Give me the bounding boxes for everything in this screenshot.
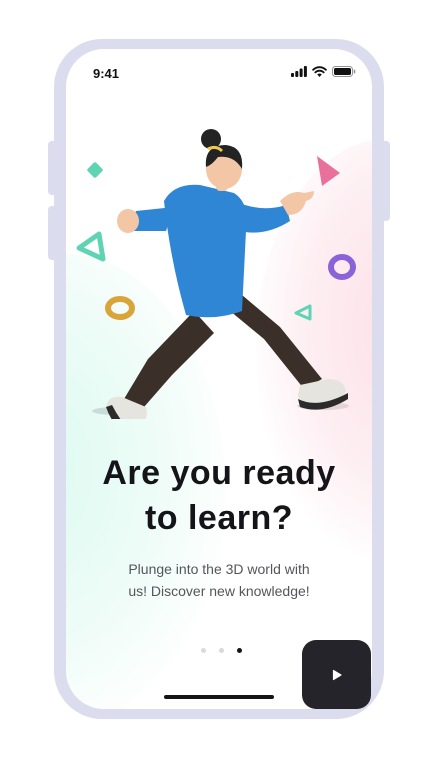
page-indicator [201,648,242,653]
home-indicator [164,695,274,699]
battery-icon [332,66,356,77]
right-arm [232,201,290,233]
page-dot-1[interactable] [201,648,206,653]
teal-triangle-outline-shape [76,231,106,262]
running-character-illustration [76,129,356,419]
pink-triangle-shape [317,156,340,186]
hair-bun [201,129,221,149]
small-teal-triangle-shape [294,304,312,321]
purple-ring-shape [328,254,356,280]
cellular-signal-icon [291,66,307,77]
next-button[interactable] [302,640,371,709]
wifi-icon [312,66,327,77]
headline-line-2: to learn? [144,499,294,537]
status-time: 9:41 [93,66,120,81]
phone-screen: 9:41 Are you ready to learn? Plunge into… [66,49,372,709]
back-leg [124,311,214,407]
teal-cube-shape [87,162,103,178]
subtitle-line-2: us! Discover new knowledge! [128,583,310,599]
status-icons [291,66,356,77]
subtitle-line-1: Plunge into the 3D world with [128,561,310,577]
onboarding-subtitle: Plunge into the 3D world with us! Discov… [106,558,332,602]
headline-line-1: Are you ready [102,454,336,492]
phone-frame: 9:41 Are you ready to learn? Plunge into… [54,39,384,719]
left-hand [117,209,139,233]
status-bar: 9:41 [66,49,372,87]
play-arrow-icon [332,669,342,680]
page-dot-2[interactable] [219,648,224,653]
page-dot-3-active[interactable] [237,648,242,653]
onboarding-headline: Are you ready to learn? [66,451,372,541]
gold-ring-shape [105,296,135,320]
